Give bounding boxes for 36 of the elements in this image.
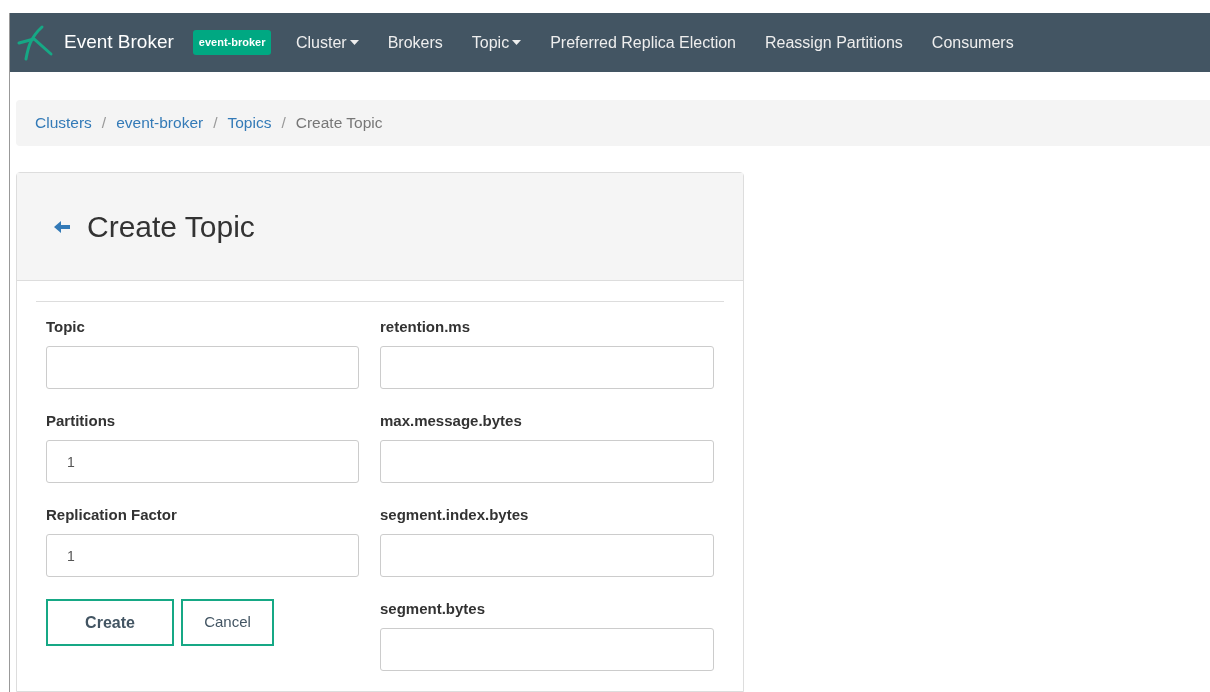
brand-title[interactable]: Event Broker [64,28,174,57]
nav-link[interactable]: Consumers [917,30,1029,55]
nav-link[interactable]: Preferred Replica Election [535,30,751,55]
caret-icon [349,40,359,45]
input-field[interactable] [380,534,714,577]
nav-link[interactable]: Topic [457,30,536,55]
panel-title: Create Topic [87,209,255,245]
cancel-button[interactable]: Cancel [181,599,274,646]
nav-link[interactable]: Cluster [281,30,374,55]
field-label: Replication Factor [46,505,178,525]
breadcrumb-link[interactable]: Topics [227,111,272,135]
nav-link[interactable]: Reassign Partitions [750,30,918,55]
breadcrumb-link[interactable]: event-broker [116,111,204,135]
breadcrumb-current: Create Topic [295,113,383,134]
field-label: segment.index.bytes [380,505,530,525]
field-label: retention.ms [380,317,471,337]
caret-icon [512,40,522,45]
input-field[interactable]: 1 [46,534,359,577]
breadcrumb-separator: / [212,113,219,134]
field-label: Topic [46,317,86,337]
input-field[interactable] [380,628,714,671]
nav-link[interactable]: Brokers [373,30,458,55]
field-label: Partitions [46,411,117,431]
input-field[interactable]: 1 [46,440,359,483]
back-arrow-icon[interactable] [53,219,71,234]
input-field[interactable] [46,346,359,389]
input-field[interactable] [380,346,714,389]
breadcrumb-separator: / [100,113,108,134]
logo-icon [16,23,54,62]
cluster-badge: event-broker [192,30,272,55]
breadcrumb-link[interactable]: Clusters [35,111,92,135]
breadcrumb-separator: / [280,113,287,134]
field-label: max.message.bytes [380,411,523,431]
create-button[interactable]: Create [46,599,174,646]
input-field[interactable] [380,440,714,483]
field-label: segment.bytes [380,599,487,619]
